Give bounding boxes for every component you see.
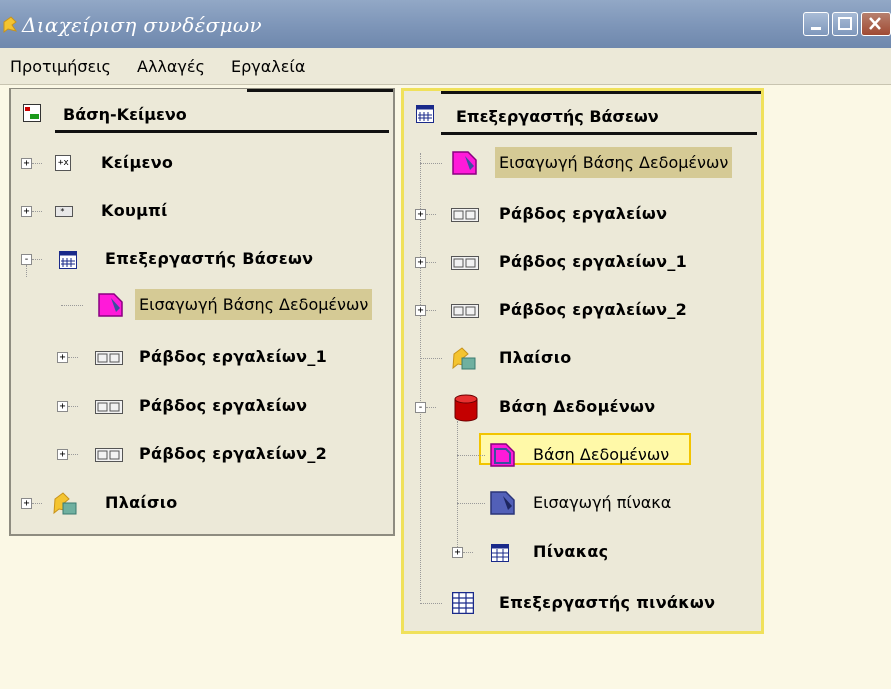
node-label: Επεξεργαστής Βάσεων — [105, 249, 314, 268]
toolbar-icon — [95, 448, 123, 462]
minimize-button[interactable] — [803, 12, 829, 36]
button-icon: * — [55, 206, 73, 217]
expand-toggle[interactable]: + — [57, 401, 68, 412]
expand-toggle[interactable]: + — [21, 158, 32, 169]
node-label: Ράβδος εργαλείων_2 — [139, 444, 328, 463]
svg-text:+x: +x — [58, 158, 69, 168]
left-panel-title: Βάση-Κείμενο — [63, 105, 187, 124]
close-button[interactable] — [861, 12, 891, 36]
tree-node-toolbar[interactable]: + Ράβδος εργαλείων — [11, 390, 391, 424]
node-label: Ράβδος εργαλείων — [499, 204, 668, 223]
left-panel: Βάση-Κείμενο + +x Κείμενο + * Κουμπί - Ε… — [9, 88, 395, 536]
node-label: Βάση Δεδομένων — [499, 397, 656, 416]
table-import-icon — [490, 491, 515, 515]
tree-node-db-import[interactable]: Εισαγωγή Βάσης Δεδομένων — [11, 289, 395, 323]
node-label: Εισαγωγή Βάσης Δεδομένων — [135, 289, 373, 320]
toolbar-icon — [451, 208, 479, 222]
toolbar-icon — [95, 400, 123, 414]
minimize-icon — [811, 27, 821, 30]
title-bar: Διαχείριση συνδέσμων — [0, 0, 891, 48]
tree-node-table[interactable]: + Πίνακας — [404, 536, 760, 570]
right-panel-header: Επεξεργαστής Βάσεων — [404, 91, 761, 135]
frame-icon — [452, 347, 476, 370]
calendar-grid-icon — [59, 251, 77, 269]
tree-node-database-item[interactable]: Βάση Δεδομένων — [404, 433, 760, 473]
db-item-icon — [490, 443, 515, 467]
right-panel: Επεξεργαστής Βάσεων Εισαγωγή Βάσης Δεδομ… — [401, 88, 764, 634]
form-icon — [23, 104, 41, 122]
maximize-icon — [838, 17, 852, 30]
svg-text:*: * — [60, 207, 65, 216]
node-label: Ράβδος εργαλείων_1 — [499, 252, 688, 271]
tree-node-table-import[interactable]: Εισαγωγή πίνακα — [404, 487, 760, 521]
tree-node-toolbar-2[interactable]: + Ράβδος εργαλείων_2 — [11, 438, 391, 472]
expand-toggle[interactable]: + — [57, 352, 68, 363]
table-editor-icon — [452, 592, 474, 614]
node-label: Επεξεργαστής πινάκων — [499, 593, 716, 612]
db-import-icon — [98, 293, 123, 317]
menu-bar: Προτιμήσεις Αλλαγές Εργαλεία — [0, 48, 891, 85]
menu-tools[interactable]: Εργαλεία — [231, 57, 305, 76]
toolbar-icon — [95, 351, 123, 365]
node-label: Ράβδος εργαλείων_1 — [139, 347, 328, 366]
node-label: Πλαίσιο — [499, 348, 572, 367]
expand-toggle[interactable]: + — [452, 547, 463, 558]
window-title: Διαχείριση συνδέσμων — [22, 13, 262, 37]
collapse-toggle[interactable]: - — [21, 254, 32, 265]
tree-node-toolbar-1[interactable]: + Ράβδος εργαλείων_1 — [11, 341, 391, 375]
node-label: Πίνακας — [533, 542, 609, 561]
table-icon — [491, 544, 509, 562]
node-label: Κείμενο — [101, 153, 174, 172]
right-panel-title: Επεξεργαστής Βάσεων — [456, 107, 659, 126]
tree-node-button[interactable]: + * Κουμπί — [11, 195, 391, 229]
tree-node-db-import[interactable]: Εισαγωγή Βάσης Δεδομένων — [404, 147, 760, 181]
expand-toggle[interactable]: + — [415, 257, 426, 268]
expand-toggle[interactable]: + — [57, 449, 68, 460]
tree-node-db-editor[interactable]: - Επεξεργαστής Βάσεων — [11, 243, 391, 277]
collapse-toggle[interactable]: - — [415, 402, 426, 413]
node-label: Κουμπί — [101, 201, 168, 220]
expand-toggle[interactable]: + — [415, 305, 426, 316]
tree-node-toolbar-1[interactable]: + Ράβδος εργαλείων_1 — [404, 246, 760, 280]
node-label: Βάση Δεδομένων — [533, 445, 670, 464]
tree-node-text[interactable]: + +x Κείμενο — [11, 147, 391, 181]
expand-toggle[interactable]: + — [21, 206, 32, 217]
database-icon — [454, 394, 478, 422]
frame-icon — [53, 492, 77, 515]
expand-toggle[interactable]: + — [21, 498, 32, 509]
node-label: Εισαγωγή Βάσης Δεδομένων — [495, 147, 733, 178]
node-label: Εισαγωγή πίνακα — [533, 493, 672, 512]
left-panel-header: Βάση-Κείμενο — [11, 89, 393, 133]
toolbar-icon — [451, 304, 479, 318]
menu-preferences[interactable]: Προτιμήσεις — [10, 57, 111, 76]
expand-toggle[interactable]: + — [415, 209, 426, 220]
tree-node-toolbar[interactable]: + Ράβδος εργαλείων — [404, 198, 760, 232]
tree-node-database[interactable]: - Βάση Δεδομένων — [404, 391, 760, 425]
db-import-icon — [452, 151, 477, 175]
calendar-grid-icon — [416, 105, 434, 123]
tree-node-table-editor[interactable]: Επεξεργαστής πινάκων — [404, 587, 760, 621]
maximize-button[interactable] — [832, 12, 858, 36]
menu-changes[interactable]: Αλλαγές — [137, 57, 205, 76]
close-icon — [869, 17, 881, 30]
node-label: Ράβδος εργαλείων — [139, 396, 308, 415]
tree-node-frame[interactable]: Πλαίσιο — [404, 342, 760, 376]
toolbar-icon — [451, 256, 479, 270]
node-label: Πλαίσιο — [105, 493, 178, 512]
app-icon — [3, 16, 18, 33]
tree-node-toolbar-2[interactable]: + Ράβδος εργαλείων_2 — [404, 294, 760, 328]
textbox-icon: +x — [55, 155, 71, 171]
node-label: Ράβδος εργαλείων_2 — [499, 300, 688, 319]
tree-node-frame[interactable]: + Πλαίσιο — [11, 487, 391, 521]
